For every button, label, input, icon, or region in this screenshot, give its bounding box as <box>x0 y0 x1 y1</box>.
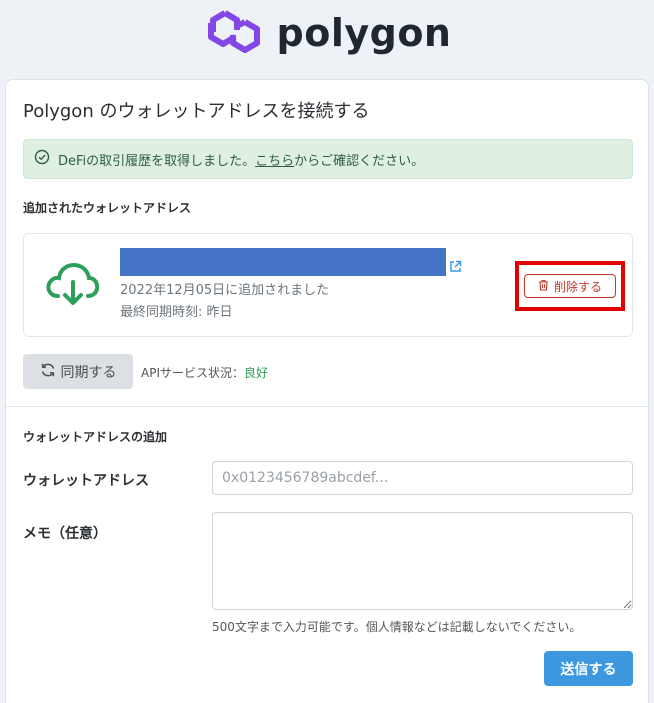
wallet-item: 2022年12月05日に追加されました 最終同期時刻: 昨日 削除する <box>23 233 633 337</box>
memo-field-label: メモ（任意） <box>23 526 107 542</box>
check-circle-icon <box>34 149 58 169</box>
external-link-icon[interactable] <box>449 258 462 277</box>
wallet-address-input[interactable] <box>212 461 633 495</box>
wallet-added-date: 2022年12月05日に追加されました <box>120 283 330 298</box>
success-alert: DeFiの取引履歴を取得しました。 こちら からご確認ください。 <box>23 139 633 179</box>
connect-wallet-card: Polygon のウォレットアドレスを接続する DeFiの取引履歴を取得しました… <box>5 79 649 703</box>
api-status-label: APIサービス状況： <box>141 366 244 380</box>
wallets-section-label: 追加されたウォレットアドレス <box>23 201 192 215</box>
add-section-label: ウォレットアドレスの追加 <box>23 430 168 444</box>
brand-name: polygon <box>276 11 452 55</box>
wallet-address-redacted <box>120 248 446 276</box>
polygon-logo-icon <box>203 7 267 59</box>
sync-button[interactable]: 同期する <box>23 354 133 389</box>
delete-button-label: 削除する <box>553 279 602 294</box>
memo-help-text: 500文字まで入力可能です。個人情報などは記載しないでください。 <box>212 620 582 634</box>
alert-text-before: DeFiの取引履歴を取得しました。 <box>58 153 256 169</box>
api-status: APIサービス状況：良好 <box>141 364 268 381</box>
delete-wallet-button[interactable]: 削除する <box>524 274 616 298</box>
trash-icon <box>538 279 554 294</box>
wallet-last-sync: 最終同期時刻: 昨日 <box>120 305 233 320</box>
alert-text-after: からご確認ください。 <box>294 153 425 169</box>
submit-button[interactable]: 送信する <box>544 651 633 686</box>
refresh-icon <box>40 362 61 382</box>
section-divider <box>6 406 648 407</box>
cloud-download-icon <box>44 260 100 310</box>
memo-textarea[interactable] <box>212 512 633 610</box>
brand-logo: polygon <box>0 0 654 66</box>
api-status-value: 良好 <box>244 366 269 380</box>
alert-link[interactable]: こちら <box>255 150 294 169</box>
page-title: Polygon のウォレットアドレスを接続する <box>23 101 370 122</box>
wallet-field-label: ウォレットアドレス <box>23 473 149 489</box>
sync-button-label: 同期する <box>60 364 117 381</box>
